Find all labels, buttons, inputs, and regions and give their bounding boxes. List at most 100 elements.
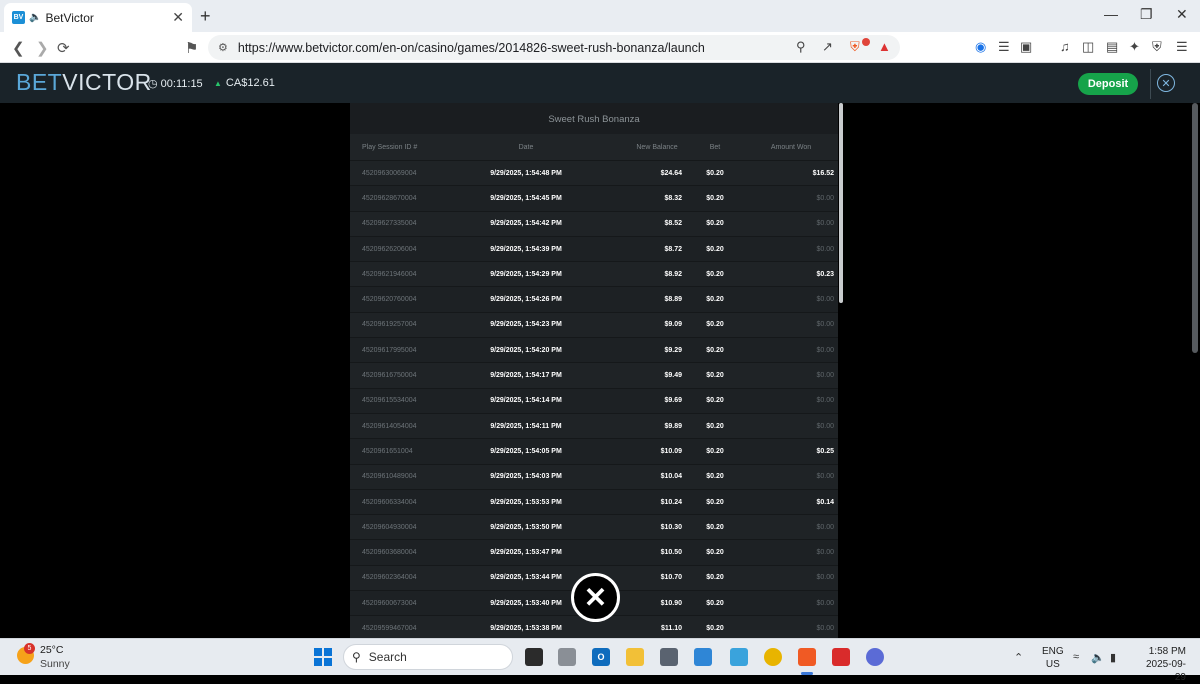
amount-won-cell: $16.52 (812, 169, 834, 177)
game-title: Sweet Rush Bonanza (350, 103, 838, 134)
col-session-id: Play Session ID # (362, 143, 418, 151)
bet-cell: $0.20 (706, 624, 724, 632)
new-balance-cell: $11.10 (660, 624, 682, 632)
calculator-icon[interactable] (660, 648, 678, 666)
bet-cell: $0.20 (706, 270, 724, 278)
app-icon[interactable] (730, 648, 748, 666)
restore-icon[interactable]: ❐ (1140, 6, 1153, 23)
amount-won-cell: $0.00 (816, 624, 834, 632)
sidebar-icon[interactable]: ◫ (1082, 39, 1094, 55)
new-balance-cell: $8.52 (664, 220, 682, 228)
brave-rewards-icon[interactable]: ▲ (878, 39, 891, 54)
battery-icon[interactable]: ▮ (1110, 651, 1116, 664)
account-balance[interactable]: ▲ CA$12.61 (214, 77, 275, 89)
amount-won-cell: $0.00 (816, 245, 834, 253)
betvictor-logo[interactable]: BETVICTOR (16, 69, 152, 96)
minimize-icon[interactable]: — (1104, 6, 1118, 22)
window-close-icon[interactable]: ✕ (1176, 6, 1188, 23)
weather-temp[interactable]: 25°C (40, 644, 63, 656)
new-balance-cell: $10.04 (660, 473, 682, 481)
session-id-cell: 45209602364004 (362, 574, 417, 582)
date-cell: 9/29/2025, 1:53:38 PM (490, 624, 562, 632)
site-settings-icon[interactable]: ⚙ (218, 41, 228, 54)
session-id-cell: 45209620760004 (362, 296, 417, 304)
new-balance-cell: $9.09 (664, 321, 682, 329)
task-view-icon[interactable] (525, 648, 543, 666)
page-scrollbar[interactable] (1192, 103, 1198, 353)
search-icon: ⚲ (352, 650, 361, 664)
close-tab-icon[interactable]: ✕ (172, 9, 184, 26)
panel-scrollbar[interactable] (839, 103, 843, 303)
deposit-button[interactable]: Deposit (1078, 73, 1138, 95)
close-game-icon[interactable]: ✕ (1157, 74, 1175, 92)
date-cell: 9/29/2025, 1:54:42 PM (490, 220, 562, 228)
col-new-balance: New Balance (636, 143, 678, 151)
bet-cell: $0.20 (706, 447, 724, 455)
vpn-icon[interactable]: ⛨ (1152, 39, 1162, 55)
bet-cell: $0.20 (706, 422, 724, 430)
taskbar-search[interactable]: ⚲ Search (343, 644, 513, 670)
session-id-cell: 45209630069004 (362, 169, 417, 177)
volume-icon[interactable]: 🔈 (1091, 651, 1105, 664)
extension-icon[interactable]: ◉ (975, 39, 986, 55)
amount-won-cell: $0.00 (816, 220, 834, 228)
back-icon[interactable]: ❮ (12, 39, 25, 57)
new-balance-cell: $9.29 (664, 346, 682, 354)
browser-tab[interactable]: BV 🔈 BetVictor ✕ (4, 3, 192, 32)
vpn-app-icon[interactable] (866, 648, 884, 666)
session-id-cell: 45209606334004 (362, 498, 417, 506)
table-row: 45209610489004 9/29/2025, 1:54:03 PM $10.0… (350, 463, 838, 489)
bet-cell: $0.20 (706, 397, 724, 405)
session-id-cell: 45209599467004 (362, 624, 417, 632)
header-divider (1150, 69, 1151, 99)
tray-chevron-icon[interactable]: ⌃ (1014, 651, 1023, 664)
leo-ai-icon[interactable]: ✦ (1129, 39, 1140, 55)
wifi-icon[interactable]: ≈ (1073, 651, 1079, 663)
zoom-icon[interactable]: ⚲ (796, 39, 806, 55)
notepad-icon[interactable] (694, 648, 712, 666)
session-id-cell: 45209626206004 (362, 245, 417, 253)
brave-shield-icon[interactable]: ⛨ (850, 39, 860, 55)
lang-top: ENG (1042, 646, 1064, 657)
printer-app-icon[interactable] (558, 648, 576, 666)
music-icon[interactable]: ♫ (1060, 39, 1070, 54)
reload-icon[interactable]: ⟳ (57, 39, 70, 57)
wallet-icon[interactable]: ▣ (1020, 39, 1032, 55)
session-id-cell: 45209616750004 (362, 372, 417, 380)
bet-cell: $0.20 (706, 321, 724, 329)
brave-icon[interactable] (798, 648, 816, 666)
table-row: 45209626206004 9/29/2025, 1:54:39 PM $8.72… (350, 235, 838, 261)
shield-badge (862, 38, 870, 46)
table-header: Play Session ID # Date New Balance Bet A… (350, 134, 838, 160)
date-cell: 9/29/2025, 1:54:17 PM (490, 372, 562, 380)
weather-badge: 5 (24, 643, 35, 654)
date-cell: 9/29/2025, 1:54:45 PM (490, 194, 562, 202)
weather-desc[interactable]: Sunny (40, 658, 70, 670)
chrome-icon[interactable] (764, 648, 782, 666)
session-id-cell: 45209628670004 (362, 194, 417, 202)
date-cell: 9/29/2025, 1:53:44 PM (490, 574, 562, 582)
date-cell: 9/29/2025, 1:54:23 PM (490, 321, 562, 329)
share-icon[interactable]: ↗ (822, 39, 833, 55)
session-id-cell: 45209600673004 (362, 599, 417, 607)
extensions-puzzle-icon[interactable]: ☰ (998, 39, 1010, 55)
new-tab-icon[interactable]: + (200, 6, 211, 27)
bookmark-icon[interactable]: ⚑ (185, 39, 198, 57)
outlook-icon[interactable]: O (592, 648, 610, 666)
speaker-icon[interactable]: 🔈 (29, 12, 41, 23)
amount-won-cell: $0.00 (816, 574, 834, 582)
menu-icon[interactable]: ☰ (1176, 39, 1188, 55)
start-icon[interactable] (314, 648, 332, 666)
system-clock[interactable]: 1:58 PM 2025-09-29 (1136, 645, 1186, 684)
new-balance-cell: $10.50 (660, 549, 682, 557)
bet-cell: $0.20 (706, 599, 724, 607)
crypto-wallet-icon[interactable]: ▤ (1106, 39, 1118, 55)
file-explorer-icon[interactable] (626, 648, 644, 666)
forward-icon[interactable]: ❯ (36, 39, 49, 57)
session-id-cell: 45209621946004 (362, 270, 417, 278)
new-balance-cell: $10.30 (660, 523, 682, 531)
table-row: 45209603680004 9/29/2025, 1:53:47 PM $10.5… (350, 539, 838, 564)
security-app-icon[interactable] (832, 648, 850, 666)
language-indicator[interactable]: ENG US (1042, 645, 1064, 671)
close-history-icon[interactable]: ✕ (571, 573, 620, 622)
